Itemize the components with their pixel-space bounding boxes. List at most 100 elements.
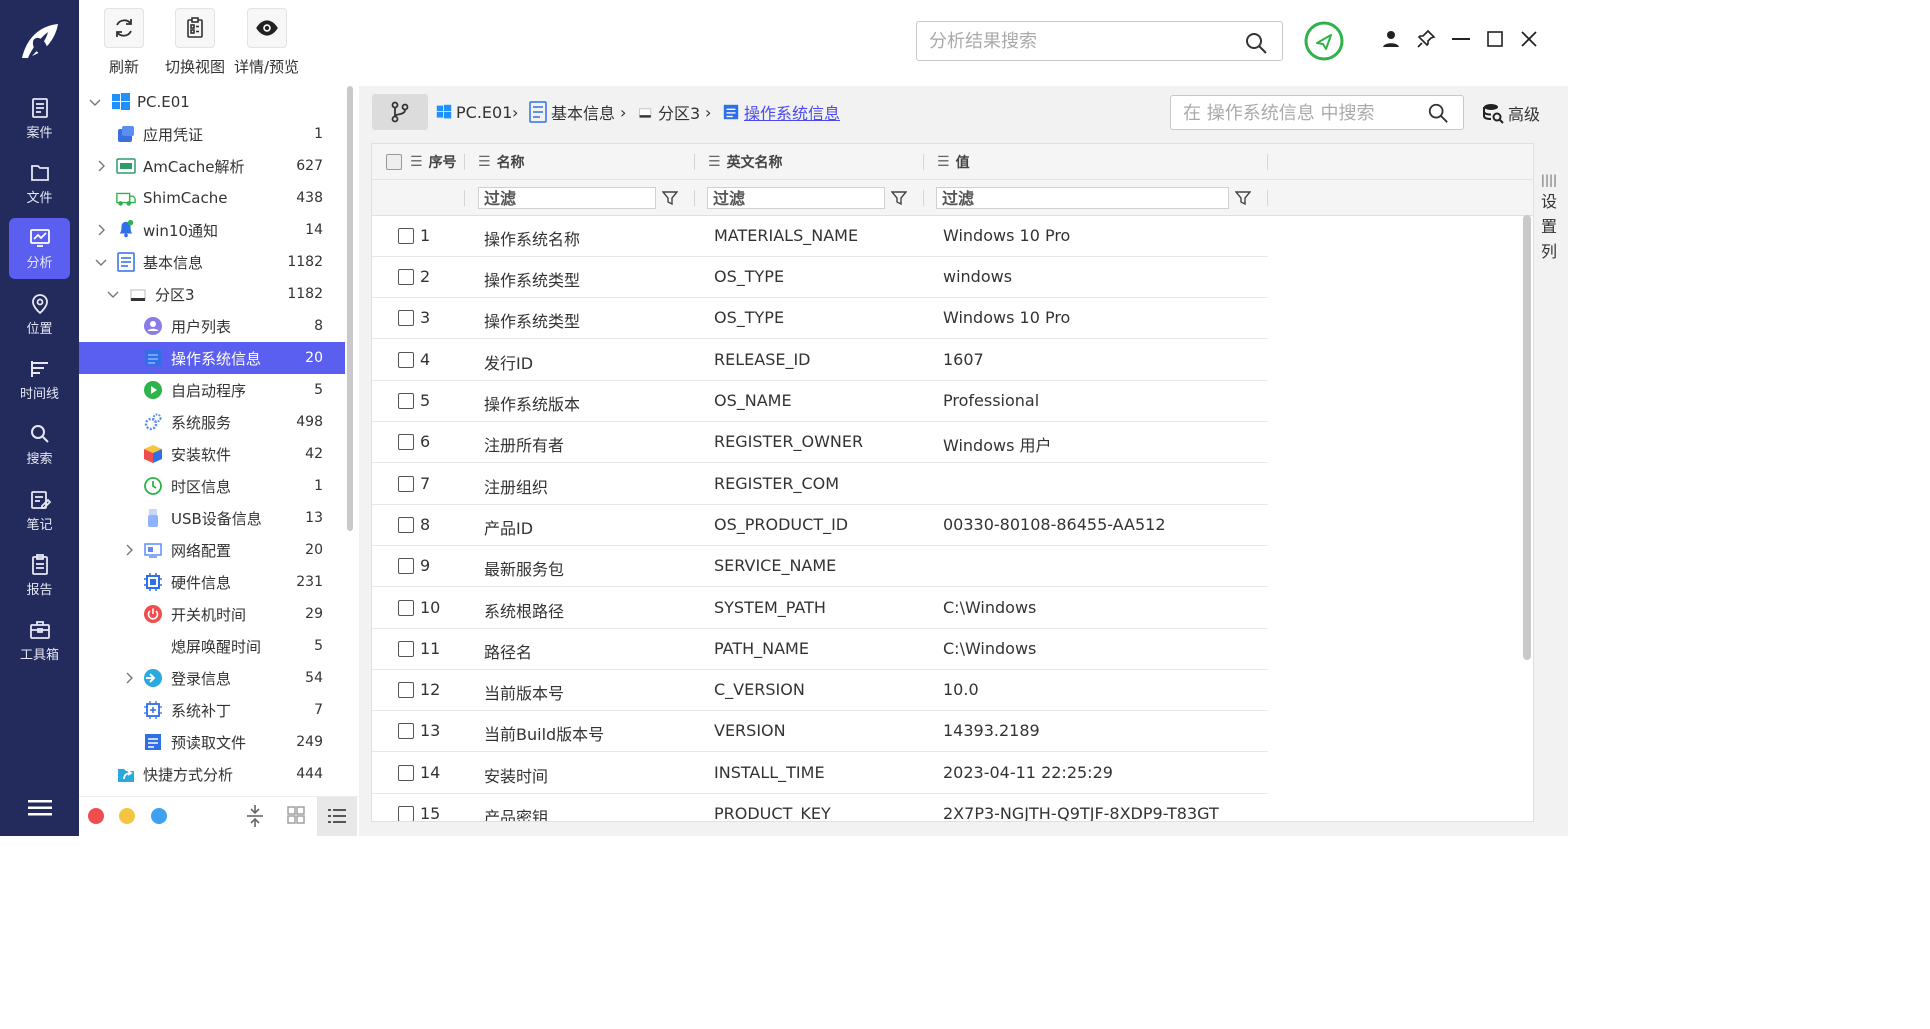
column-divider[interactable] [464, 154, 465, 170]
table-row[interactable]: 13 当前Build版本号 VERSION 14393.2189 [372, 711, 1268, 752]
tree-scrollbar[interactable] [347, 86, 353, 531]
row-checkbox[interactable] [398, 269, 414, 285]
chevron-right-icon[interactable] [95, 224, 107, 236]
set-columns-button[interactable]: |||| 设 置 列 [1537, 143, 1561, 443]
tree-item-prefetch[interactable]: 预读取文件 249 [79, 726, 345, 758]
tree-item-app-credentials[interactable]: 应用凭证 1 [79, 118, 345, 150]
minimize-icon[interactable] [1452, 38, 1470, 40]
filter-icon[interactable] [662, 190, 678, 206]
grid-view-icon[interactable] [287, 806, 305, 824]
search-icon[interactable] [1244, 31, 1268, 55]
table-row[interactable]: 5 操作系统版本 OS_NAME Professional [372, 381, 1268, 422]
chevron-right-icon[interactable] [123, 672, 135, 684]
table-row[interactable]: 7 注册组织 REGISTER_COM [372, 464, 1268, 505]
hamburger-menu-icon[interactable] [28, 798, 52, 818]
pin-icon[interactable] [1416, 29, 1436, 49]
tree-item-basic-info[interactable]: 基本信息 1182 [79, 246, 345, 278]
tree-item-usb[interactable]: USB设备信息 13 [79, 502, 345, 534]
rail-item-location[interactable]: 位置 [9, 284, 70, 345]
breadcrumb-item-partition-3[interactable]: 分区3 [638, 101, 700, 123]
tree-item-shimcache[interactable]: ShimCache 438 [79, 182, 345, 214]
rail-item-timeline[interactable]: 时间线 [9, 349, 70, 410]
close-icon[interactable] [1521, 31, 1537, 47]
status-badge-icon[interactable] [1304, 21, 1344, 61]
column-header-name[interactable]: ☰ 名称 [478, 144, 525, 180]
tree-item-system-patches[interactable]: 系统补丁 7 [79, 694, 345, 726]
row-checkbox[interactable] [398, 352, 414, 368]
tree-item-system-services[interactable]: 系统服务 498 [79, 406, 345, 438]
filter-name-input[interactable] [479, 188, 655, 208]
table-row[interactable]: 11 路径名 PATH_NAME C:\Windows [372, 629, 1268, 670]
column-header-index[interactable]: ☰ 序号 [410, 144, 457, 180]
switch-view-button[interactable]: 切换视图 [165, 8, 225, 77]
filter-icon[interactable] [1235, 190, 1251, 206]
column-header-en-name[interactable]: ☰ 英文名称 [708, 144, 783, 180]
rail-item-analysis[interactable]: 分析 [9, 218, 70, 279]
table-search-box[interactable] [1170, 95, 1464, 130]
tree-item-timezone[interactable]: 时区信息 1 [79, 470, 345, 502]
table-row[interactable]: 6 注册所有者 REGISTER_OWNER Windows 用户 [372, 422, 1268, 463]
maximize-icon[interactable] [1487, 31, 1503, 47]
advanced-search-button[interactable]: 高级 [1482, 101, 1540, 125]
tree-item-amcache[interactable]: AmCache解析 627 [79, 150, 345, 182]
tree-item-user-list[interactable]: 用户列表 8 [79, 310, 345, 342]
table-scrollbar[interactable] [1523, 215, 1531, 660]
row-checkbox[interactable] [398, 310, 414, 326]
column-menu-icon[interactable]: ☰ [410, 154, 423, 170]
table-row[interactable]: 9 最新服务包 SERVICE_NAME [372, 546, 1268, 587]
row-checkbox[interactable] [398, 434, 414, 450]
table-row[interactable]: 1 操作系统名称 MATERIALS_NAME Windows 10 Pro [372, 216, 1268, 257]
filter-value-input[interactable] [937, 188, 1228, 208]
breadcrumb-item-basic-info[interactable]: 基本信息 [528, 101, 615, 123]
red-dot-button[interactable] [88, 808, 104, 824]
table-row[interactable]: 4 发行ID RELEASE_ID 1607 [372, 340, 1268, 381]
row-checkbox[interactable] [398, 641, 414, 657]
column-divider[interactable] [923, 154, 924, 170]
table-row[interactable]: 10 系统根路径 SYSTEM_PATH C:\Windows [372, 588, 1268, 629]
rail-item-search[interactable]: 搜索 [9, 414, 70, 475]
result-search-input[interactable] [929, 30, 1229, 52]
list-view-button[interactable] [317, 797, 357, 836]
column-divider[interactable] [694, 154, 695, 170]
breadcrumb-item-os-info[interactable]: 操作系统信息 [722, 101, 840, 123]
rail-item-report[interactable]: 报告 [9, 545, 70, 606]
details-preview-button[interactable]: 详情/预览 [234, 8, 299, 77]
table-row[interactable]: 8 产品ID OS_PRODUCT_ID 00330-80108-86455-AA51… [372, 505, 1268, 546]
search-icon[interactable] [1427, 102, 1449, 124]
row-checkbox[interactable] [398, 517, 414, 533]
table-search-input[interactable] [1183, 102, 1423, 124]
collapse-all-icon[interactable] [245, 804, 265, 828]
tree-item-power-times[interactable]: 开关机时间 29 [79, 598, 345, 630]
tree-item-network-config[interactable]: 网络配置 20 [79, 534, 345, 566]
table-row[interactable]: 2 操作系统类型 OS_TYPE windows [372, 257, 1268, 298]
tree-item-win10-notifications[interactable]: win10通知 14 [79, 214, 345, 246]
filter-icon[interactable] [891, 190, 907, 206]
filter-name-box[interactable] [478, 187, 656, 209]
column-header-value[interactable]: ☰ 值 [937, 144, 970, 180]
yellow-dot-button[interactable] [119, 808, 135, 824]
row-checkbox[interactable] [398, 476, 414, 492]
tree-item-autostart[interactable]: 自启动程序 5 [79, 374, 345, 406]
tree-item-partition-3[interactable]: 分区3 1182 [79, 278, 345, 310]
user-account-icon[interactable] [1382, 30, 1400, 48]
column-menu-icon[interactable]: ☰ [478, 154, 491, 170]
table-row[interactable]: 3 操作系统类型 OS_TYPE Windows 10 Pro [372, 298, 1268, 339]
chevron-right-icon[interactable] [95, 160, 107, 172]
tree-item-shortcut-analysis[interactable]: 快捷方式分析 444 [79, 758, 345, 790]
row-checkbox[interactable] [398, 600, 414, 616]
column-divider[interactable] [1267, 154, 1268, 170]
table-row[interactable]: 14 安装时间 INSTALL_TIME 2023-04-11 22:25:29 [372, 753, 1268, 794]
row-checkbox[interactable] [398, 723, 414, 739]
tree-item-pc-e01[interactable]: PC.E01 [79, 86, 345, 118]
chevron-right-icon[interactable] [123, 544, 135, 556]
chevron-down-icon[interactable] [95, 256, 107, 268]
rail-item-case[interactable]: 案件 [9, 88, 70, 149]
result-search-box[interactable] [916, 21, 1283, 61]
filter-value-box[interactable] [936, 187, 1229, 209]
row-checkbox[interactable] [398, 682, 414, 698]
rail-item-toolbox[interactable]: 工具箱 [9, 610, 70, 671]
column-menu-icon[interactable]: ☰ [708, 154, 721, 170]
breadcrumb-item-pc-e01[interactable]: PC.E01 [436, 101, 512, 123]
tree-item-os-info[interactable]: 操作系统信息 20 [79, 342, 345, 374]
branch-button[interactable] [372, 94, 428, 130]
